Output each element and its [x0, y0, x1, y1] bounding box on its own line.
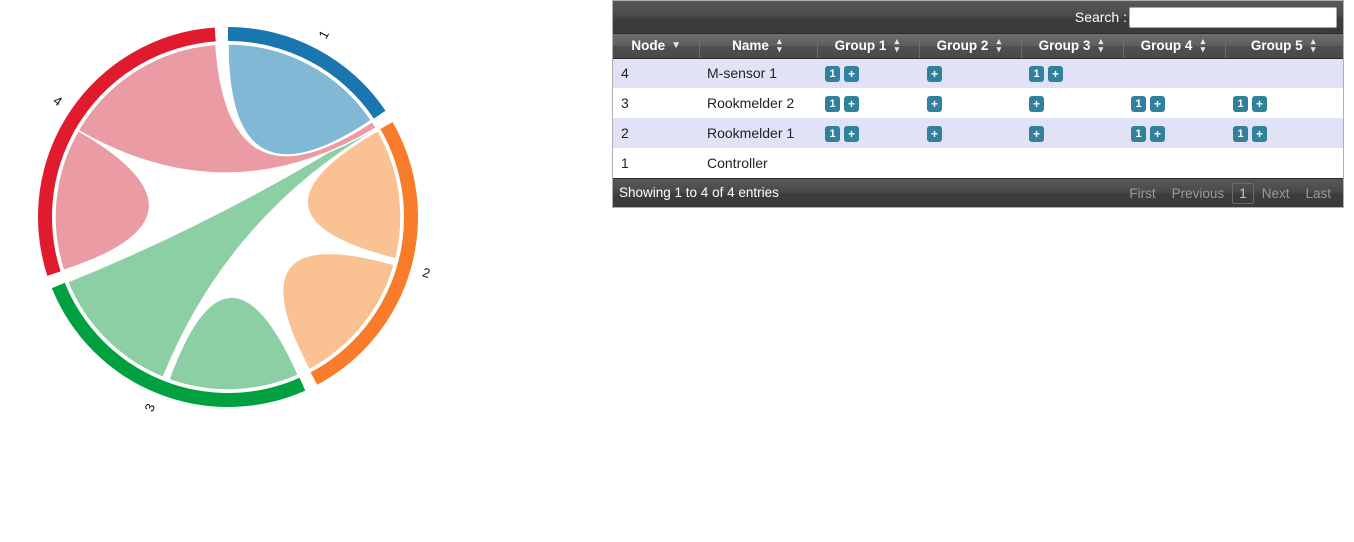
- chord-ribbon-group: [54, 43, 402, 391]
- sort-updown-icon[interactable]: ▴ ▾: [994, 37, 1003, 54]
- count-badge-button[interactable]: 1: [1029, 65, 1044, 82]
- table-head: Node ▼ Name ▴ ▾ Group 1 ▴ ▾ Group 2 ▴ ▾ Group 3 ▴ ▾ Gr…: [613, 34, 1343, 59]
- pagination-previous[interactable]: Previous: [1164, 182, 1233, 205]
- add-badge-button[interactable]: +: [927, 95, 942, 112]
- chord-label-3: 3: [142, 401, 159, 413]
- cell-group-1: [817, 148, 919, 178]
- column-header-label: Group 2: [936, 38, 989, 54]
- add-badge-button[interactable]: +: [1029, 125, 1044, 142]
- add-badge-button[interactable]: +: [844, 125, 859, 142]
- cell-node: 4: [613, 58, 699, 88]
- add-badge-button[interactable]: +: [927, 65, 942, 82]
- cell-group-3: [1021, 148, 1123, 178]
- count-badge-button[interactable]: 1: [1131, 95, 1146, 112]
- column-header-label: Name: [732, 38, 769, 54]
- nodes-datatable: Search : Node ▼ Name ▴ ▾ Group 1 ▴ ▾ Group 2 ▴ ▾ Gr…: [612, 0, 1344, 208]
- sort-updown-icon[interactable]: ▴ ▾: [1198, 37, 1207, 54]
- search-label: Search :: [1074, 9, 1127, 25]
- column-header-g1[interactable]: Group 1 ▴ ▾: [817, 34, 920, 59]
- datatable-toolbar: Search :: [613, 1, 1343, 34]
- add-badge-button[interactable]: +: [1150, 95, 1165, 112]
- cell-group-2: +: [919, 88, 1021, 118]
- cell-node: 3: [613, 88, 699, 118]
- count-badge-button[interactable]: 1: [1233, 125, 1248, 142]
- cell-group-2: +: [919, 118, 1021, 148]
- count-badge-button[interactable]: 1: [825, 65, 840, 82]
- column-header-name[interactable]: Name ▴ ▾: [699, 34, 818, 59]
- count-badge-button[interactable]: 1: [825, 125, 840, 142]
- cell-group-4: 1 +: [1123, 118, 1225, 148]
- column-header-label: Group 3: [1038, 38, 1091, 54]
- chord-label-1: 1: [315, 28, 332, 41]
- column-header-label: Group 5: [1250, 38, 1303, 54]
- table-body: 4 M-sensor 1 1 + +1 +3 Rookmelder 2 1 + + +1 +1 +2 Ro…: [613, 58, 1343, 178]
- chord-diagram-svg: 1 2 3 4: [38, 27, 432, 414]
- cell-group-3: +: [1021, 88, 1123, 118]
- sort-desc-icon[interactable]: ▼: [671, 40, 681, 51]
- search-input[interactable]: [1129, 6, 1337, 28]
- cell-name: Rookmelder 2: [699, 88, 817, 118]
- column-header-node[interactable]: Node ▼: [613, 34, 700, 59]
- cell-name: M-sensor 1: [699, 58, 817, 88]
- column-header-label: Group 4: [1140, 38, 1193, 54]
- add-badge-button[interactable]: +: [1150, 125, 1165, 142]
- chord-label-2: 2: [421, 265, 432, 281]
- cell-group-5: [1225, 148, 1343, 178]
- cell-group-2: +: [919, 58, 1021, 88]
- table-row[interactable]: 1 Controller: [613, 148, 1343, 178]
- cell-group-3: +: [1021, 118, 1123, 148]
- search-filter: Search :: [1075, 1, 1337, 33]
- pagination-first[interactable]: First: [1121, 182, 1163, 205]
- pagination-page-1[interactable]: 1: [1232, 182, 1254, 204]
- table-info: Showing 1 to 4 of 4 entries: [619, 185, 779, 200]
- table-row[interactable]: 2 Rookmelder 1 1 + + +1 +1 +: [613, 118, 1343, 148]
- table-row[interactable]: 3 Rookmelder 2 1 + + +1 +1 +: [613, 88, 1343, 118]
- column-header-g4[interactable]: Group 4 ▴ ▾: [1123, 34, 1226, 59]
- sort-updown-icon[interactable]: ▴ ▾: [892, 37, 901, 54]
- cell-group-5: [1225, 58, 1343, 88]
- count-badge-button[interactable]: 1: [1233, 95, 1248, 112]
- column-header-label: Group 1: [834, 38, 887, 54]
- chord-diagram-panel: 1 2 3 4: [0, 0, 600, 542]
- cell-name: Controller: [699, 148, 817, 178]
- cell-group-5: 1 +: [1225, 118, 1343, 148]
- cell-group-3: 1 +: [1021, 58, 1123, 88]
- table-row[interactable]: 4 M-sensor 1 1 + +1 +: [613, 58, 1343, 88]
- column-header-g5[interactable]: Group 5 ▴ ▾: [1225, 34, 1343, 59]
- chord-label-4: 4: [51, 93, 65, 109]
- cell-group-1: 1 +: [817, 118, 919, 148]
- cell-name: Rookmelder 1: [699, 118, 817, 148]
- datatable-footer: Showing 1 to 4 of 4 entries First Previo…: [613, 178, 1343, 207]
- pagination: First Previous 1 Next Last: [1121, 179, 1339, 207]
- count-badge-button[interactable]: 1: [1131, 125, 1146, 142]
- count-badge-button[interactable]: 1: [825, 95, 840, 112]
- add-badge-button[interactable]: +: [1029, 95, 1044, 112]
- sort-updown-icon[interactable]: ▴ ▾: [1096, 37, 1105, 54]
- column-header-label: Node: [631, 38, 666, 54]
- add-badge-button[interactable]: +: [927, 125, 942, 142]
- table-header-row: Node ▼ Name ▴ ▾ Group 1 ▴ ▾ Group 2 ▴ ▾ Group 3 ▴ ▾ Gr…: [613, 34, 1343, 59]
- cell-node: 2: [613, 118, 699, 148]
- cell-group-5: 1 +: [1225, 88, 1343, 118]
- column-header-g2[interactable]: Group 2 ▴ ▾: [919, 34, 1022, 59]
- column-header-g3[interactable]: Group 3 ▴ ▾: [1021, 34, 1124, 59]
- cell-node: 1: [613, 148, 699, 178]
- add-badge-button[interactable]: +: [1252, 95, 1267, 112]
- sort-updown-icon[interactable]: ▴ ▾: [775, 37, 784, 54]
- sort-updown-icon[interactable]: ▴ ▾: [1309, 37, 1318, 54]
- add-badge-button[interactable]: +: [844, 95, 859, 112]
- cell-group-4: [1123, 148, 1225, 178]
- cell-group-1: 1 +: [817, 58, 919, 88]
- add-badge-button[interactable]: +: [1252, 125, 1267, 142]
- pagination-next[interactable]: Next: [1254, 182, 1298, 205]
- cell-group-2: [919, 148, 1021, 178]
- cell-group-4: [1123, 58, 1225, 88]
- pagination-last[interactable]: Last: [1297, 182, 1339, 205]
- nodes-table: Node ▼ Name ▴ ▾ Group 1 ▴ ▾ Group 2 ▴ ▾ Group 3 ▴ ▾ Gr…: [613, 34, 1343, 178]
- cell-group-4: 1 +: [1123, 88, 1225, 118]
- cell-group-1: 1 +: [817, 88, 919, 118]
- add-badge-button[interactable]: +: [1048, 65, 1063, 82]
- add-badge-button[interactable]: +: [844, 65, 859, 82]
